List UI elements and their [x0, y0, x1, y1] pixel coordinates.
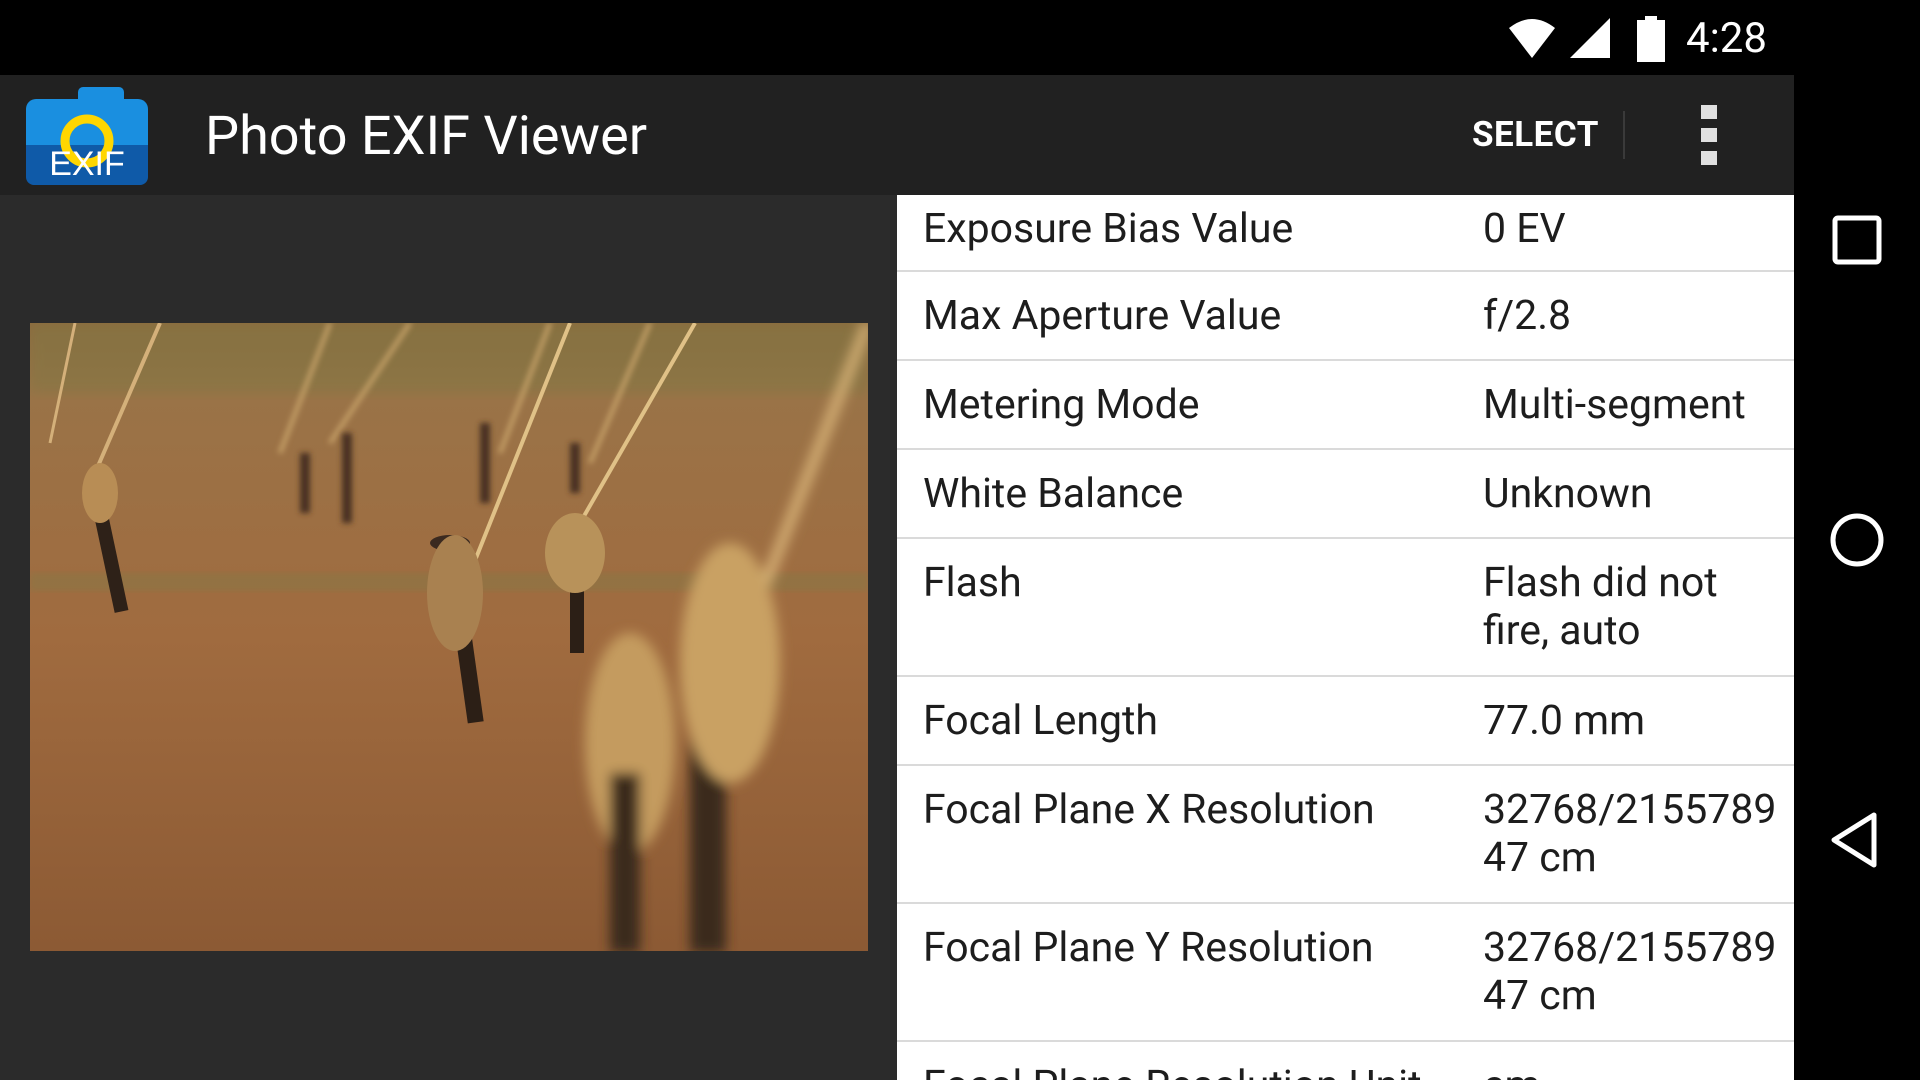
exif-row: White Balance Unknown — [897, 450, 1794, 539]
exif-label: Focal Plane Y Resolution — [923, 924, 1374, 972]
home-icon[interactable] — [1824, 507, 1890, 573]
exif-label: Focal Plane X Resolution — [923, 786, 1375, 834]
exif-value: 32768/2155789 47 cm — [1483, 924, 1777, 1020]
exif-label: Flash — [923, 559, 1022, 607]
navigation-bar — [1794, 0, 1920, 1080]
app-logo-icon: EXIF — [26, 87, 148, 185]
action-bar: EXIF Photo EXIF Viewer SELECT — [0, 75, 1794, 195]
action-divider — [1623, 111, 1625, 159]
exif-value: f/2.8 — [1483, 292, 1572, 340]
exif-row: Max Aperture Value f/2.8 — [897, 272, 1794, 361]
exif-row: Focal Plane X Resolution 32768/2155789 4… — [897, 766, 1794, 904]
exif-label: Max Aperture Value — [923, 292, 1282, 340]
exif-value: Unknown — [1483, 470, 1653, 518]
photo-preview[interactable] — [30, 323, 868, 951]
exif-row: Focal Plane Resolution Unit cm — [897, 1042, 1794, 1080]
recent-apps-icon[interactable] — [1824, 207, 1890, 273]
overflow-menu-icon[interactable] — [1690, 105, 1730, 165]
exif-value: Flash did not fire, auto — [1483, 559, 1718, 655]
exif-value: Multi-segment — [1483, 381, 1746, 429]
select-button[interactable]: SELECT — [1472, 115, 1599, 155]
back-icon[interactable] — [1824, 807, 1890, 873]
app-logo-text: EXIF — [49, 145, 125, 183]
exif-value: 77.0 mm — [1483, 697, 1646, 745]
app-title: Photo EXIF Viewer — [205, 105, 648, 168]
exif-value: cm — [1483, 1062, 1793, 1080]
exif-details-list[interactable]: Exposure Bias Value 0 EV Max Aperture Va… — [897, 195, 1794, 1080]
status-bar: 4:28 — [0, 0, 1794, 75]
content-area: Exposure Bias Value 0 EV Max Aperture Va… — [0, 195, 1794, 1080]
cell-signal-icon — [1570, 18, 1610, 58]
exif-label: Focal Length — [923, 697, 1159, 745]
wifi-icon — [1509, 19, 1555, 58]
exif-label: Exposure Bias Value — [923, 205, 1294, 253]
exif-value: 32768/2155789 47 cm — [1483, 786, 1777, 882]
exif-label: Metering Mode — [923, 381, 1200, 429]
exif-label: Focal Plane Resolution Unit — [923, 1062, 1422, 1080]
exif-row: Flash Flash did not fire, auto — [897, 539, 1794, 677]
exif-row: Focal Plane Y Resolution 32768/2155789 4… — [897, 904, 1794, 1042]
exif-label: White Balance — [923, 470, 1184, 518]
status-time: 4:28 — [1686, 14, 1767, 63]
battery-icon — [1637, 16, 1665, 62]
exif-row: Exposure Bias Value 0 EV — [897, 195, 1794, 272]
exif-row: Metering Mode Multi-segment — [897, 361, 1794, 450]
exif-value: 0 EV — [1483, 205, 1566, 253]
exif-row: Focal Length 77.0 mm — [897, 677, 1794, 766]
